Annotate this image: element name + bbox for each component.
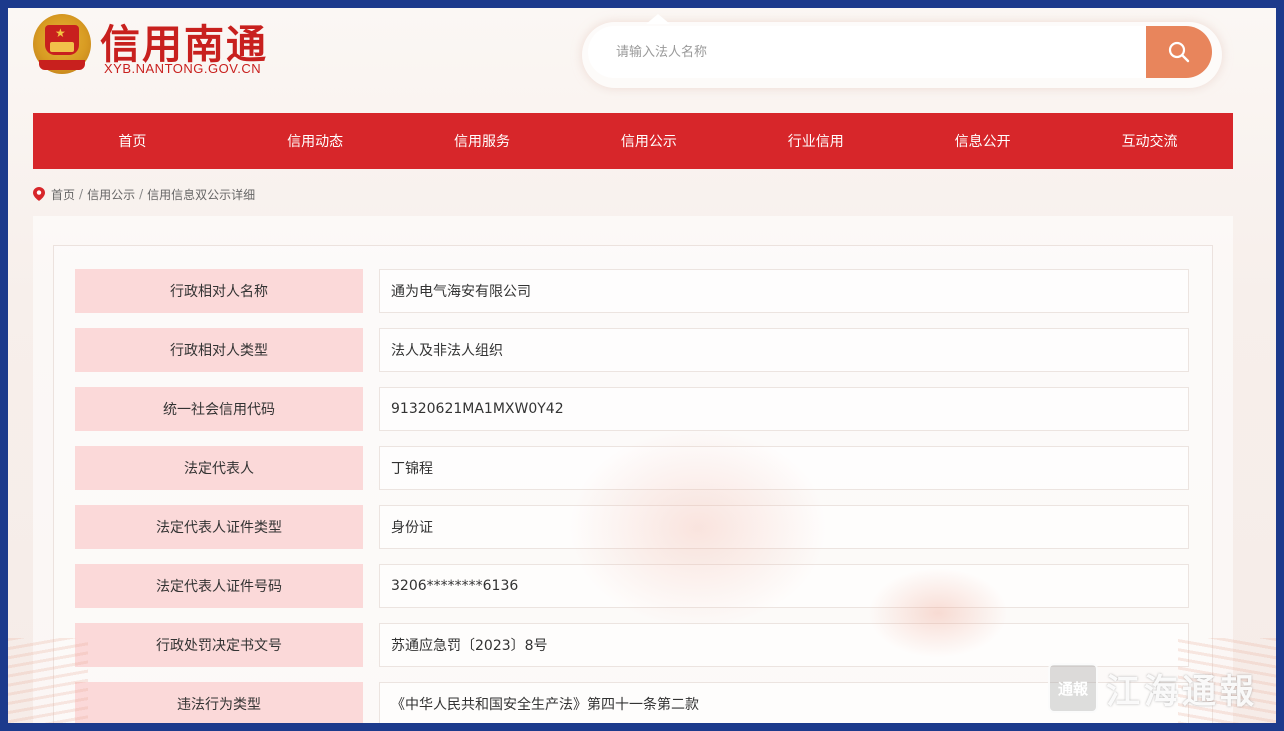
- breadcrumb-separator: /: [139, 187, 144, 201]
- detail-panel: 行政相对人名称 通为电气海安有限公司 行政相对人类型 法人及非法人组织 统一社会…: [33, 216, 1233, 723]
- field-label: 法定代表人: [75, 446, 363, 490]
- nav-item-credit-services[interactable]: 信用服务: [399, 131, 566, 151]
- detail-row: 法定代表人证件号码 3206********6136: [75, 564, 1189, 608]
- site-header: ★ 信用南通 XYB.NANTONG.GOV.CN: [8, 8, 1276, 112]
- detail-row: 行政处罚决定书文号 苏通应急罚〔2023〕8号: [75, 623, 1189, 667]
- field-value: 苏通应急罚〔2023〕8号: [379, 623, 1189, 667]
- site-domain: XYB.NANTONG.GOV.CN: [104, 61, 262, 76]
- breadcrumb-home[interactable]: 首页: [51, 186, 75, 203]
- field-value: 3206********6136: [379, 564, 1189, 608]
- detail-row: 行政相对人类型 法人及非法人组织: [75, 328, 1189, 372]
- emblem-star-icon: ★: [55, 26, 66, 40]
- field-value: 91320621MA1MXW0Y42: [379, 387, 1189, 431]
- search-notch: [646, 14, 670, 24]
- search-button[interactable]: [1146, 26, 1212, 78]
- search-input[interactable]: [588, 26, 1148, 78]
- breadcrumb-credit-publicity[interactable]: 信用公示: [87, 186, 135, 203]
- field-value: 身份证: [379, 505, 1189, 549]
- field-label: 违法行为类型: [75, 682, 363, 723]
- nav-item-credit-publicity[interactable]: 信用公示: [565, 131, 732, 151]
- field-label: 行政处罚决定书文号: [75, 623, 363, 667]
- nav-item-home[interactable]: 首页: [33, 131, 232, 151]
- emblem-ribbon: [39, 60, 85, 70]
- detail-row: 法定代表人证件类型 身份证: [75, 505, 1189, 549]
- detail-row: 违法行为类型 《中华人民共和国安全生产法》第四十一条第二款: [75, 682, 1189, 723]
- breadcrumb-separator: /: [79, 187, 84, 201]
- location-pin-icon: [33, 187, 45, 201]
- detail-row: 法定代表人 丁锦程: [75, 446, 1189, 490]
- field-value: 丁锦程: [379, 446, 1189, 490]
- field-value: 通为电气海安有限公司: [379, 269, 1189, 313]
- detail-table: 行政相对人名称 通为电气海安有限公司 行政相对人类型 法人及非法人组织 统一社会…: [53, 245, 1213, 723]
- field-label: 统一社会信用代码: [75, 387, 363, 431]
- nav-item-industry-credit[interactable]: 行业信用: [732, 131, 899, 151]
- main-nav: 首页 信用动态 信用服务 信用公示 行业信用 信息公开 互动交流: [33, 113, 1233, 169]
- field-label: 行政相对人类型: [75, 328, 363, 372]
- emblem-gate: [50, 42, 74, 52]
- detail-row: 统一社会信用代码 91320621MA1MXW0Y42: [75, 387, 1189, 431]
- nav-item-info-disclosure[interactable]: 信息公开: [899, 131, 1066, 151]
- national-emblem-icon: ★: [33, 14, 91, 74]
- breadcrumb: 首页 / 信用公示 / 信用信息双公示详细: [33, 185, 255, 203]
- field-label: 法定代表人证件类型: [75, 505, 363, 549]
- nav-item-interaction[interactable]: 互动交流: [1066, 131, 1233, 151]
- nav-item-credit-news[interactable]: 信用动态: [232, 131, 399, 151]
- field-value: 《中华人民共和国安全生产法》第四十一条第二款: [379, 682, 1189, 723]
- page-frame: ★ 信用南通 XYB.NANTONG.GOV.CN 首页 信用动态 信用服务 信…: [8, 8, 1276, 723]
- breadcrumb-current: 信用信息双公示详细: [147, 187, 256, 202]
- field-label: 法定代表人证件号码: [75, 564, 363, 608]
- search-icon: [1168, 41, 1190, 63]
- field-value: 法人及非法人组织: [379, 328, 1189, 372]
- detail-row: 行政相对人名称 通为电气海安有限公司: [75, 269, 1189, 313]
- field-label: 行政相对人名称: [75, 269, 363, 313]
